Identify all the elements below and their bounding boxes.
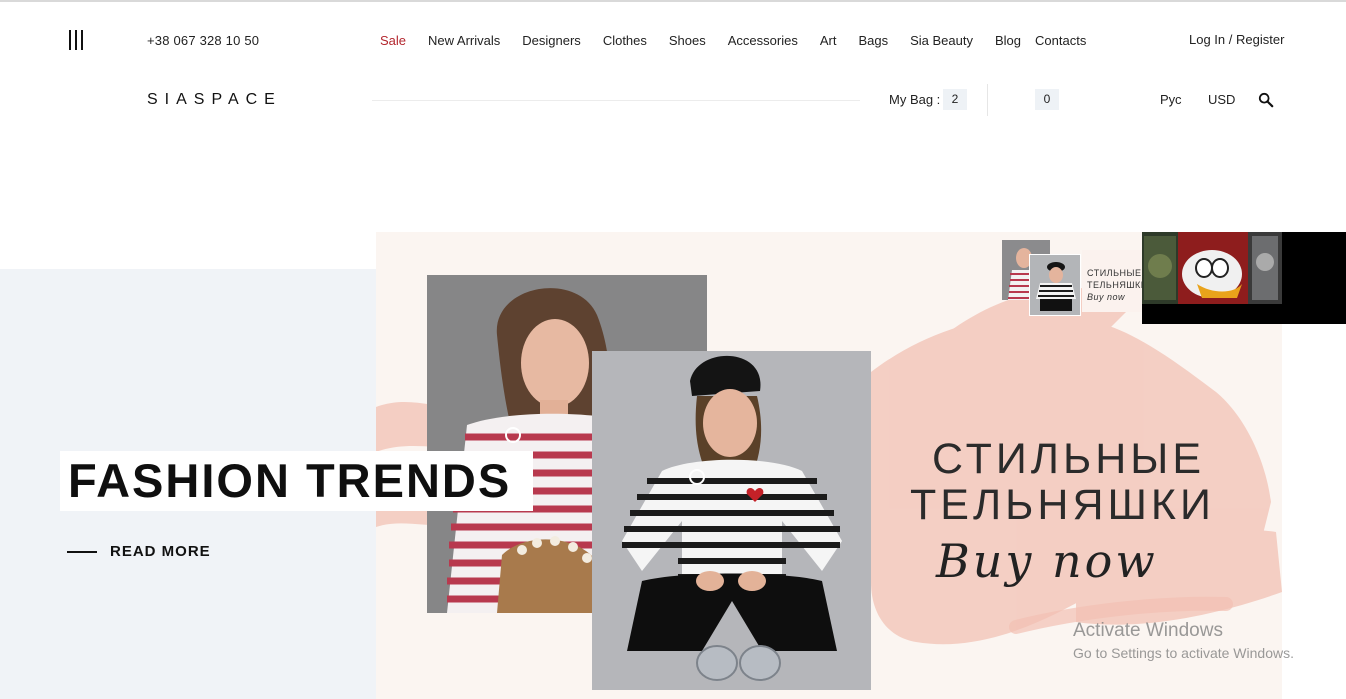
windows-activation-watermark: Activate Windows Go to Settings to activ… (1073, 620, 1294, 661)
currency-selector[interactable]: USD (1208, 92, 1235, 107)
thumbnail-3[interactable]: СТИЛЬНЫЕ ТЕЛЬНЯШКИ Buy now (1082, 250, 1144, 312)
nav-item-sia-beauty[interactable]: Sia Beauty (910, 33, 973, 48)
nav-item-blog[interactable]: Blog (995, 33, 1021, 48)
hero-title: FASHION TRENDS (60, 451, 534, 511)
thumbnail-text-3: Buy now (1087, 292, 1126, 302)
wishlist-count-badge[interactable]: 0 (1035, 89, 1059, 110)
read-more-link[interactable]: READ MORE (67, 543, 211, 560)
model-photo-black-stripes (592, 351, 871, 690)
nav-item-bags[interactable]: Bags (858, 33, 888, 48)
banner-heading-line2: ТЕЛЬНЯШКИ (910, 481, 1215, 529)
activate-subtitle: Go to Settings to activate Windows. (1073, 645, 1294, 661)
banner-buy-now[interactable]: Buy now (936, 534, 1158, 588)
header-separator (987, 84, 988, 116)
read-more-label: READ MORE (110, 543, 211, 560)
register-link[interactable]: Register (1236, 32, 1284, 47)
nav-item-clothes[interactable]: Clothes (603, 33, 647, 48)
search-icon[interactable] (1258, 92, 1274, 108)
phone-number[interactable]: +38 067 328 10 50 (147, 33, 259, 48)
thumbnail-4[interactable] (1142, 232, 1346, 324)
my-bag-label[interactable]: My Bag : (889, 92, 940, 107)
nav-item-art[interactable]: Art (820, 33, 837, 48)
language-selector[interactable]: Рус (1160, 92, 1182, 107)
main-nav: Sale New Arrivals Designers Clothes Shoe… (380, 33, 1086, 48)
nav-item-new-arrivals[interactable]: New Arrivals (428, 33, 500, 48)
thumbnail-text-1: СТИЛЬНЫЕ (1087, 268, 1142, 278)
nav-item-contacts[interactable]: Contacts (1035, 33, 1086, 48)
banner-heading-line1: СТИЛЬНЫЕ (932, 435, 1206, 483)
nav-item-shoes[interactable]: Shoes (669, 33, 706, 48)
read-more-dash (67, 550, 97, 553)
site-logo[interactable]: SIASPACE (147, 91, 282, 109)
activate-title: Activate Windows (1073, 620, 1223, 641)
top-border (0, 0, 1346, 2)
auth-separator: / (1225, 32, 1236, 47)
header-divider (372, 100, 860, 101)
menu-icon[interactable] (69, 30, 85, 50)
nav-item-sale[interactable]: Sale (380, 33, 406, 48)
thumbnail-text-2: ТЕЛЬНЯШКИ (1087, 280, 1144, 290)
login-link[interactable]: Log In (1189, 32, 1225, 47)
banner-thumbnails: СТИЛЬНЫЕ ТЕЛЬНЯШКИ Buy now (1002, 232, 1346, 324)
nav-item-accessories[interactable]: Accessories (728, 33, 798, 48)
auth-links: Log In / Register (1189, 32, 1284, 47)
bag-count-badge[interactable]: 2 (943, 89, 967, 110)
thumbnail-2[interactable] (1029, 254, 1081, 316)
nav-item-designers[interactable]: Designers (522, 33, 581, 48)
